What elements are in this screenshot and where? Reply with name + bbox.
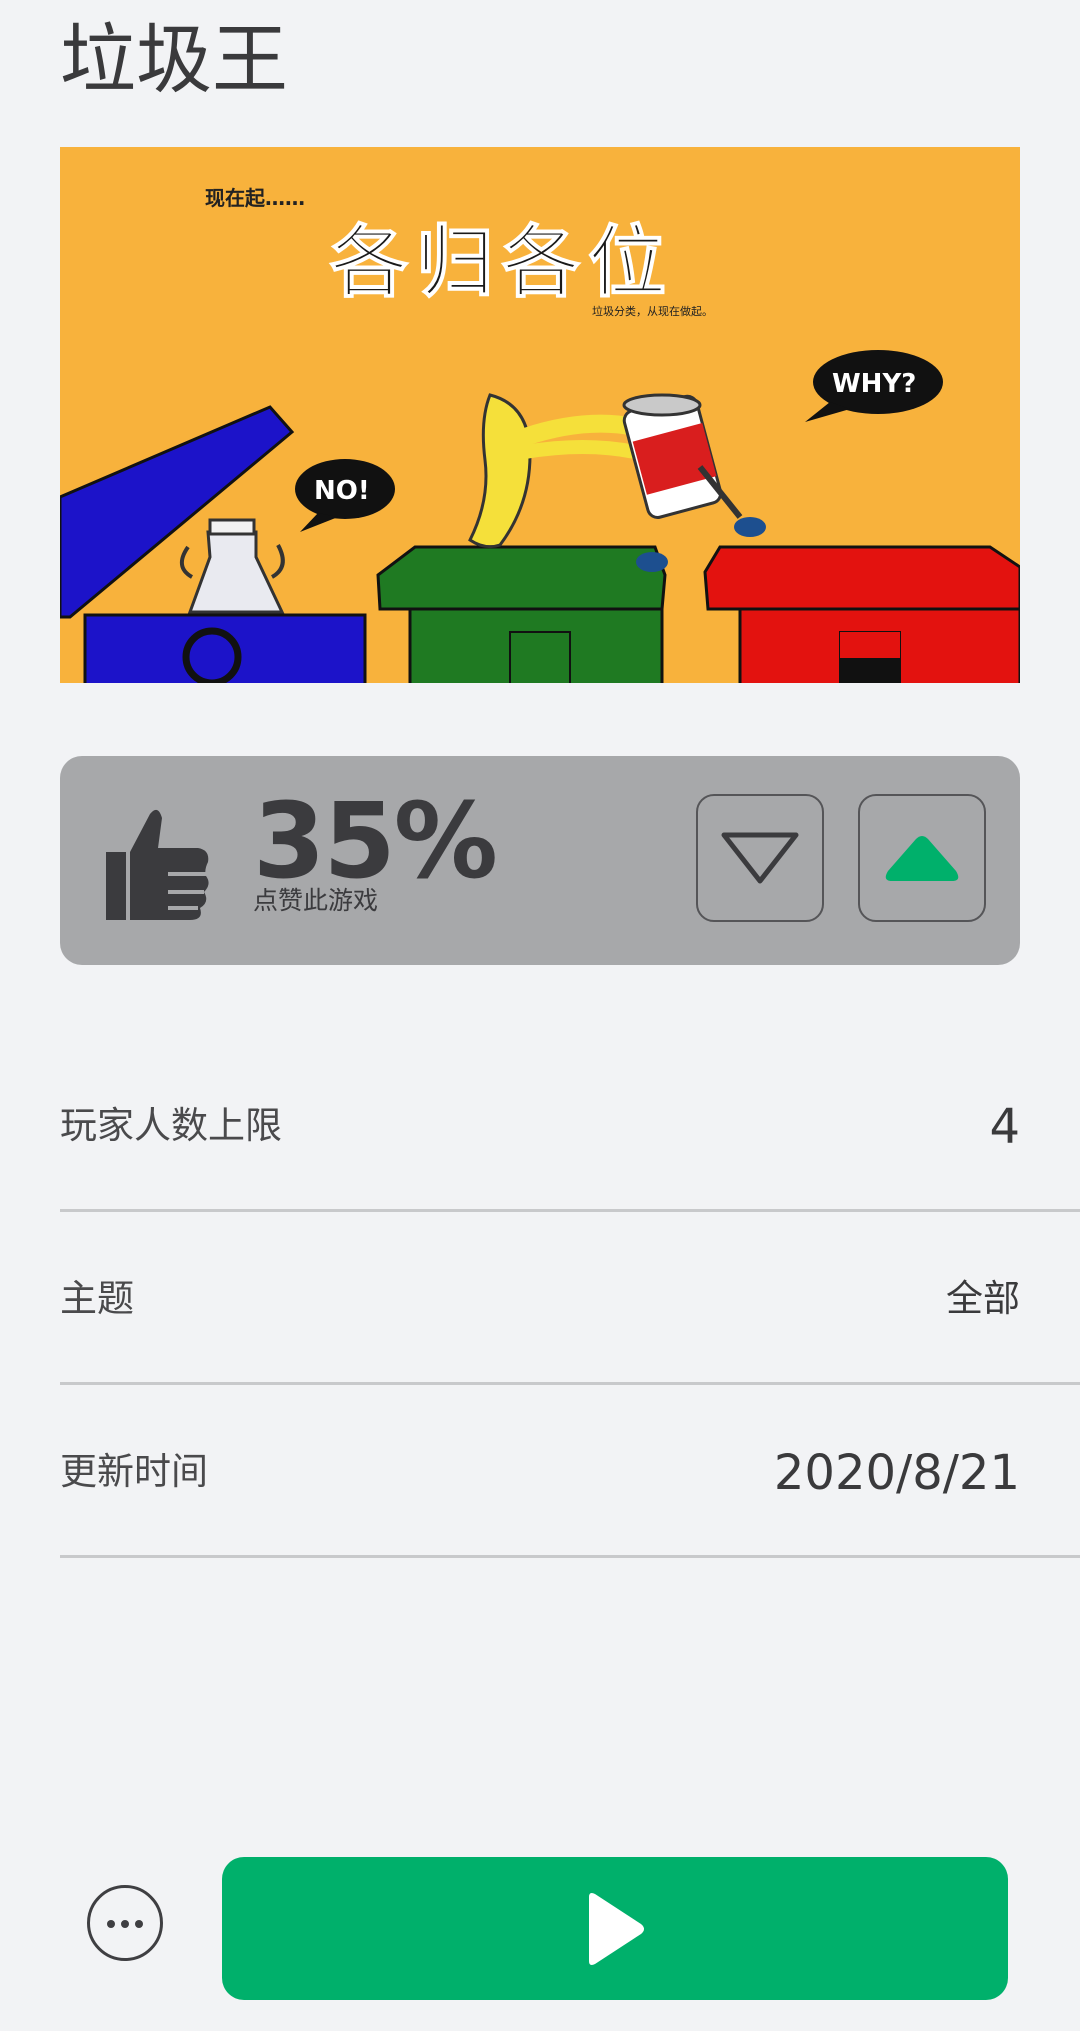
updated-value: 2020/8/21 [773, 1445, 1020, 1501]
bubble-no: NO! [314, 476, 370, 506]
more-icon-dot [107, 1920, 115, 1928]
like-label: 点赞此游戏 [253, 886, 379, 915]
thumbs-up-icon [106, 809, 209, 920]
thumbs-up-button[interactable] [858, 794, 986, 922]
info-row-theme: 主题 全部 [60, 1212, 1080, 1385]
red-bin [703, 545, 1020, 683]
game-detail-page: 垃圾王 现在起…… 各归各位 垃圾分类，从现在做起。 NO! WHY? 35% … [0, 0, 1080, 2031]
more-icon-dot [121, 1920, 129, 1928]
triangle-up-icon [885, 836, 959, 881]
game-banner-image[interactable]: 现在起…… 各归各位 垃圾分类，从现在做起。 NO! WHY? [60, 147, 1020, 683]
updated-label: 更新时间 [60, 1450, 208, 1493]
green-bin [376, 545, 667, 683]
banner-illustration: 现在起…… 各归各位 垃圾分类，从现在做起。 NO! WHY? [60, 147, 1020, 683]
max-players-value: 4 [989, 1099, 1020, 1155]
info-row-updated: 更新时间 2020/8/21 [60, 1385, 1080, 1558]
theme-label: 主题 [60, 1277, 134, 1320]
banner-kicker: 现在起…… [205, 186, 305, 210]
banner-headline: 各归各位 [330, 218, 674, 308]
theme-value: 全部 [946, 1277, 1020, 1320]
info-row-max-players: 玩家人数上限 4 [60, 1039, 1080, 1212]
like-percentage: 35% [253, 780, 498, 902]
triangle-down-icon [721, 832, 799, 884]
game-title: 垃圾王 [60, 15, 288, 104]
play-icon [589, 1892, 644, 1965]
thumbs-down-button[interactable] [696, 794, 824, 922]
more-options-button[interactable] [87, 1885, 163, 1961]
bubble-why: WHY? [832, 369, 916, 399]
more-icon-dot [135, 1920, 143, 1928]
rating-panel: 35% 点赞此游戏 [60, 756, 1020, 965]
banner-subline: 垃圾分类，从现在做起。 [592, 304, 713, 318]
max-players-label: 玩家人数上限 [60, 1104, 282, 1147]
play-button[interactable] [222, 1857, 1008, 2000]
